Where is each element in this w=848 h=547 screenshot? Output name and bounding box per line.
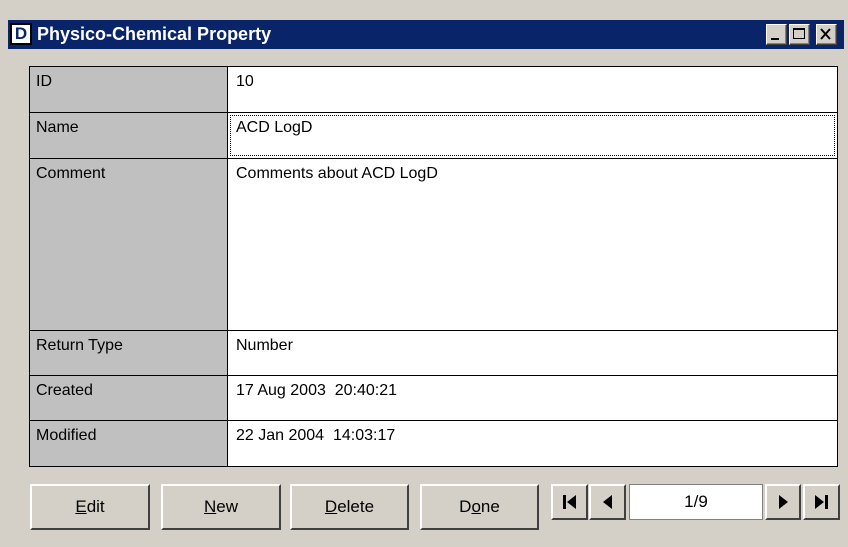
record-position-field[interactable]: 1/9	[629, 484, 763, 520]
new-label-rest: ew	[216, 497, 238, 516]
minimize-icon	[771, 38, 779, 40]
minimize-button[interactable]	[766, 24, 787, 45]
label-modified: Modified	[30, 421, 228, 466]
done-label-rest: ne	[480, 497, 500, 516]
done-label-pre: D	[459, 497, 472, 516]
return-type-field[interactable]: Number	[228, 331, 837, 375]
new-mnemonic: N	[203, 497, 217, 516]
window: D Physico-Chemical Property ID 10 Name A…	[0, 0, 848, 547]
property-grid: ID 10 Name ACD LogD Comment Comments abo…	[29, 66, 838, 467]
close-icon	[820, 28, 831, 40]
row-comment: Comment Comments about ACD LogD	[30, 159, 837, 331]
app-icon: D	[10, 23, 32, 45]
edit-mnemonic: E	[75, 497, 87, 516]
edit-button[interactable]: Edit	[30, 484, 150, 530]
row-name: Name ACD LogD	[30, 113, 837, 159]
prev-record-button[interactable]	[589, 484, 626, 520]
label-id: ID	[30, 67, 228, 112]
comment-field[interactable]: Comments about ACD LogD	[228, 159, 837, 330]
label-name: Name	[30, 113, 228, 158]
prev-record-icon	[603, 495, 612, 509]
label-return-type: Return Type	[30, 331, 228, 375]
maximize-button[interactable]	[789, 24, 810, 45]
modified-field[interactable]: 22 Jan 2004 14:03:17	[228, 421, 837, 466]
next-record-button[interactable]	[765, 484, 801, 520]
created-field[interactable]: 17 Aug 2003 20:40:21	[228, 376, 837, 420]
row-modified: Modified 22 Jan 2004 14:03:17	[30, 421, 837, 466]
close-button[interactable]	[816, 24, 837, 45]
done-mnemonic: o	[471, 497, 481, 516]
delete-button[interactable]: Delete	[290, 484, 409, 530]
label-created: Created	[30, 376, 228, 420]
new-button[interactable]: New	[161, 484, 281, 530]
delete-label-rest: elete	[337, 497, 375, 516]
row-return-type: Return Type Number	[30, 331, 837, 376]
title-bar[interactable]: D Physico-Chemical Property	[8, 20, 844, 49]
delete-mnemonic: D	[324, 497, 338, 516]
window-title: Physico-Chemical Property	[37, 24, 272, 44]
name-field[interactable]: ACD LogD	[228, 113, 837, 158]
label-comment: Comment	[30, 159, 228, 330]
last-record-icon	[815, 495, 828, 509]
last-record-button[interactable]	[803, 484, 840, 520]
done-button[interactable]: Done	[420, 484, 539, 530]
first-record-button[interactable]	[551, 484, 588, 520]
row-id: ID 10	[30, 67, 837, 113]
next-record-icon	[779, 495, 788, 509]
edit-label-rest: dit	[86, 497, 105, 516]
id-field[interactable]: 10	[228, 67, 837, 112]
row-created: Created 17 Aug 2003 20:40:21	[30, 376, 837, 421]
first-record-icon	[563, 495, 576, 509]
maximize-icon	[793, 28, 805, 39]
